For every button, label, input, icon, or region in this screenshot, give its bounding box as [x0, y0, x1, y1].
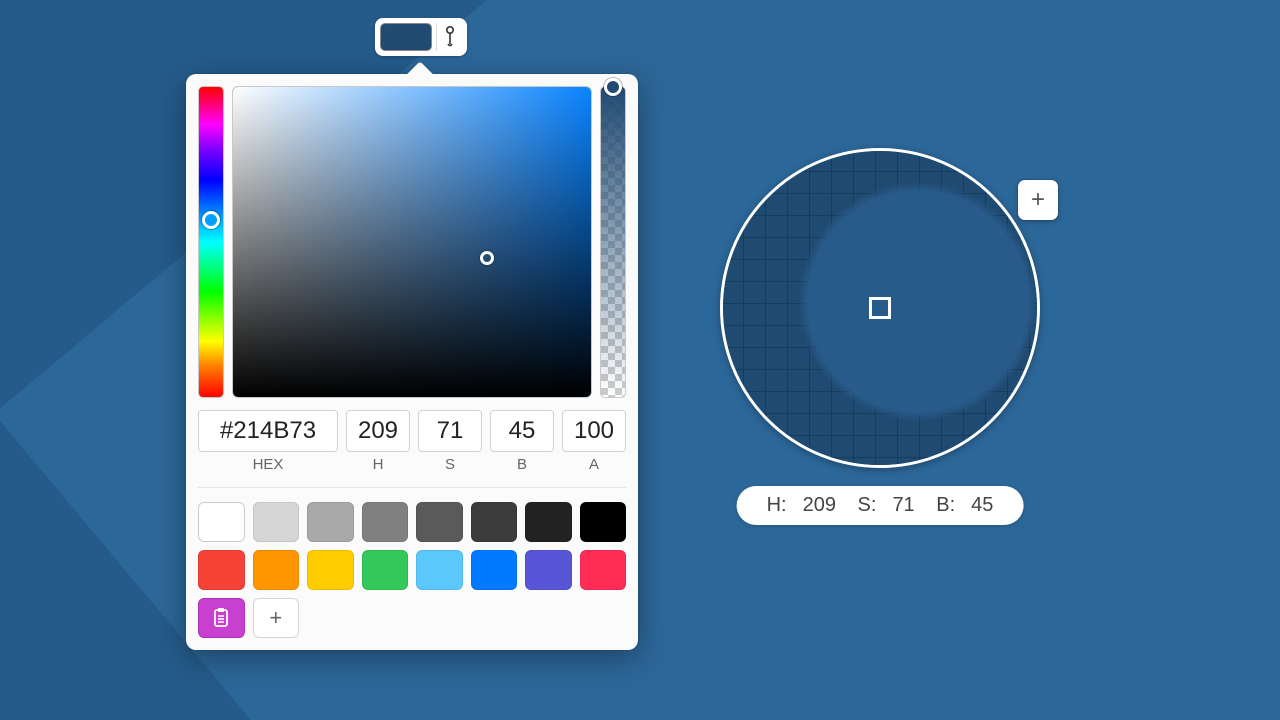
swatch-green[interactable]	[362, 550, 409, 590]
swatch-pink[interactable]	[580, 550, 627, 590]
swatch-gray-4[interactable]	[416, 502, 463, 542]
hex-input[interactable]: #214B73	[198, 410, 338, 452]
alpha-label: A	[589, 456, 599, 473]
eyedropper-button[interactable]	[436, 23, 462, 51]
swatch-blue[interactable]	[471, 550, 518, 590]
loupe-readout: H: 209 S: 71 B: 45	[737, 486, 1024, 525]
loupe-center-pixel	[869, 297, 891, 319]
add-swatch-button[interactable]: +	[253, 598, 300, 638]
saturation-label: S	[445, 456, 455, 473]
loupe-ring	[720, 148, 1040, 468]
swatch-gray-3[interactable]	[362, 502, 409, 542]
hue-slider[interactable]	[198, 86, 224, 398]
brightness-input[interactable]: 45	[490, 410, 554, 452]
value-inputs: #214B73 HEX 209 H 71 S 45 B 100 A	[198, 410, 626, 488]
swatch-grid: +	[198, 502, 626, 638]
current-color-swatch[interactable]	[380, 23, 432, 51]
sb-thumb[interactable]	[480, 251, 494, 265]
loupe-b-label: B:	[936, 494, 955, 516]
plus-icon: +	[269, 605, 282, 631]
swatch-gray-6[interactable]	[525, 502, 572, 542]
swatch-white[interactable]	[198, 502, 245, 542]
alpha-input[interactable]: 100	[562, 410, 626, 452]
loupe-h-label: H:	[767, 494, 787, 516]
swatch-gray-2[interactable]	[307, 502, 354, 542]
swatch-sky[interactable]	[416, 550, 463, 590]
hue-input[interactable]: 209	[346, 410, 410, 452]
color-well[interactable]	[375, 18, 467, 56]
hue-label: H	[373, 456, 384, 473]
plus-icon: +	[1031, 186, 1045, 214]
loupe-s-label: S:	[858, 494, 877, 516]
swatch-indigo[interactable]	[525, 550, 572, 590]
loupe-add-button[interactable]: +	[1018, 180, 1058, 220]
swatch-black[interactable]	[580, 502, 627, 542]
loupe-h-value: 209	[803, 494, 836, 516]
eyedropper-icon	[442, 26, 458, 48]
hex-label: HEX	[253, 456, 284, 473]
alpha-slider[interactable]	[600, 86, 626, 398]
color-picker-popover: #214B73 HEX 209 H 71 S 45 B 100 A	[186, 74, 638, 650]
loupe-s-value: 71	[892, 494, 914, 516]
hue-thumb[interactable]	[202, 211, 220, 229]
brightness-label: B	[517, 456, 527, 473]
saturation-brightness-area[interactable]	[232, 86, 592, 398]
saturation-input[interactable]: 71	[418, 410, 482, 452]
eyedropper-loupe[interactable]: + H:209 S:71 B:45	[720, 148, 1040, 468]
swatch-gray-5[interactable]	[471, 502, 518, 542]
swatch-yellow[interactable]	[307, 550, 354, 590]
swatch-orange[interactable]	[253, 550, 300, 590]
swatch-red[interactable]	[198, 550, 245, 590]
loupe-b-value: 45	[971, 494, 993, 516]
alpha-thumb[interactable]	[604, 78, 622, 96]
swatch-gray-1[interactable]	[253, 502, 300, 542]
clipboard-swatch-button[interactable]	[198, 598, 245, 638]
clipboard-icon	[212, 607, 230, 629]
